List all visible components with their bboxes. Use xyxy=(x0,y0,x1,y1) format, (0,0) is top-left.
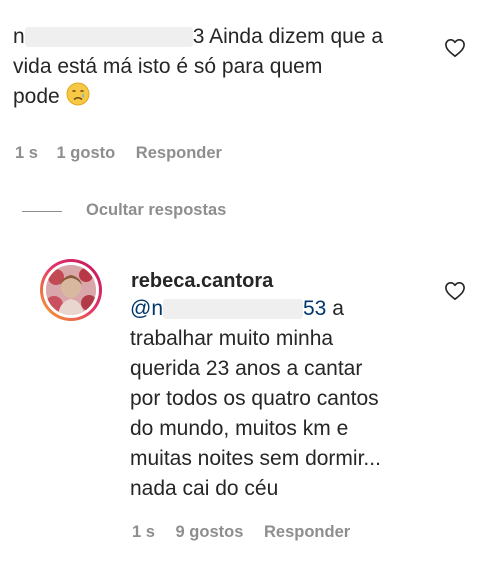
reply-line-6: muitas noites sem dormir... xyxy=(130,447,381,470)
mention-link[interactable]: @n 53 xyxy=(130,297,326,320)
redacted-username xyxy=(24,27,193,48)
comment-time: 1 s xyxy=(15,144,38,162)
reply-time: 1 s xyxy=(132,523,155,541)
redacted-mention xyxy=(163,299,303,320)
reply-line-4: por todos os quatro cantos xyxy=(130,387,379,410)
reply-text: @n 53 a trabalhar muito minha querida 23 … xyxy=(130,294,430,504)
crying-face-icon xyxy=(66,82,90,115)
reply-author-username[interactable]: rebeca.cantora xyxy=(131,270,273,293)
reply-line-5: do mundo, muitos km e xyxy=(130,417,349,440)
comment-line-1-text: Ainda dizem que a xyxy=(209,25,384,48)
avatar-photo xyxy=(46,265,96,315)
reply-line-2: trabalhar muito minha xyxy=(130,327,334,350)
avatar[interactable] xyxy=(40,259,102,321)
reply-meta-row: 1 s 9 gostos Responder xyxy=(132,523,350,542)
hide-replies-divider xyxy=(22,211,62,212)
like-heart-icon[interactable] xyxy=(444,38,466,58)
comment-line-3: pode xyxy=(13,82,433,115)
reply-like-heart-icon[interactable] xyxy=(444,281,466,301)
comment-line-1: n3 Ainda dizem que a xyxy=(13,22,433,52)
comment-text: n3 Ainda dizem que a vida está má isto é… xyxy=(13,22,433,115)
hide-replies-button[interactable]: Ocultar respostas xyxy=(86,201,226,220)
reply-button[interactable]: Responder xyxy=(136,144,222,162)
comment-line-2: vida está má isto é só para quem xyxy=(13,55,323,78)
reply-line-3: querida 23 anos a cantar xyxy=(130,357,363,380)
comment-likes[interactable]: 1 gosto xyxy=(57,144,116,162)
reply-likes[interactable]: 9 gostos xyxy=(176,523,244,541)
comment-meta-row: 1 s 1 gosto Responder xyxy=(15,144,222,163)
comment-author-username[interactable]: n3 xyxy=(13,25,209,48)
reply-line-7: nada cai do céu xyxy=(130,477,279,500)
reply-line-1: @n 53 a xyxy=(130,297,344,320)
reply-reply-button[interactable]: Responder xyxy=(264,523,350,541)
